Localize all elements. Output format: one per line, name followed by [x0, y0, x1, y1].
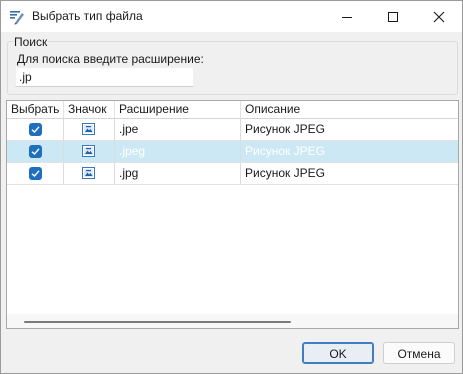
- column-header-icon[interactable]: Значок: [64, 101, 115, 118]
- image-file-icon: [82, 167, 95, 179]
- description-cell: Рисунок JPEG: [245, 166, 325, 180]
- table-row[interactable]: .jpg Рисунок JPEG: [7, 163, 458, 185]
- icon-cell: [64, 119, 115, 140]
- maximize-button[interactable]: [370, 1, 416, 32]
- icon-cell: [64, 141, 115, 162]
- select-cell: [7, 141, 64, 162]
- minimize-button[interactable]: [324, 1, 370, 32]
- extension-cell: .jpg: [115, 163, 241, 184]
- column-header-extension[interactable]: Расширение: [115, 101, 241, 118]
- row-checkbox[interactable]: [29, 167, 42, 180]
- window-title: Выбрать тип файла: [32, 9, 143, 23]
- search-group-label: Поиск: [13, 35, 49, 49]
- file-type-grid: Выбрать Значок Расширение Описание .jpe …: [6, 100, 459, 329]
- checkmark-icon: [31, 148, 40, 155]
- extension-cell: .jpeg: [115, 141, 241, 162]
- checkmark-icon: [31, 126, 40, 133]
- ok-button[interactable]: OK: [302, 342, 374, 364]
- row-checkbox[interactable]: [29, 123, 42, 136]
- app-icon: [9, 9, 25, 25]
- select-cell: [7, 163, 64, 184]
- extension-search-input[interactable]: [15, 67, 194, 87]
- cancel-button[interactable]: Отмена: [383, 342, 455, 364]
- column-header-select[interactable]: Выбрать: [7, 101, 64, 118]
- title-bar[interactable]: Выбрать тип файла: [1, 1, 462, 32]
- column-header-description[interactable]: Описание: [241, 101, 458, 118]
- file-type-dialog: Выбрать тип файла Поиск Для поиска введи…: [0, 0, 463, 374]
- minimize-icon: [342, 17, 352, 18]
- search-hint-label: Для поиска введите расширение:: [17, 52, 204, 66]
- column-header-extension-label: Расширение: [119, 102, 189, 116]
- table-row[interactable]: .jpe Рисунок JPEG: [7, 119, 458, 141]
- scrollbar-thumb[interactable]: [24, 321, 291, 323]
- extension-cell: .jpe: [115, 119, 241, 140]
- image-file-icon: [82, 123, 95, 135]
- close-button[interactable]: [416, 1, 462, 32]
- description-cell: Рисунок JPEG: [245, 144, 325, 158]
- checkmark-icon: [31, 170, 40, 177]
- close-icon: [433, 11, 445, 23]
- description-cell: Рисунок JPEG: [245, 122, 325, 136]
- maximize-icon: [388, 12, 398, 22]
- image-file-icon: [82, 145, 95, 157]
- icon-cell: [64, 163, 115, 184]
- table-row-selected[interactable]: .jpeg Рисунок JPEG: [7, 141, 458, 163]
- row-checkbox[interactable]: [29, 145, 42, 158]
- grid-header: Выбрать Значок Расширение Описание: [7, 101, 458, 119]
- select-cell: [7, 119, 64, 140]
- horizontal-scrollbar[interactable]: [7, 314, 458, 328]
